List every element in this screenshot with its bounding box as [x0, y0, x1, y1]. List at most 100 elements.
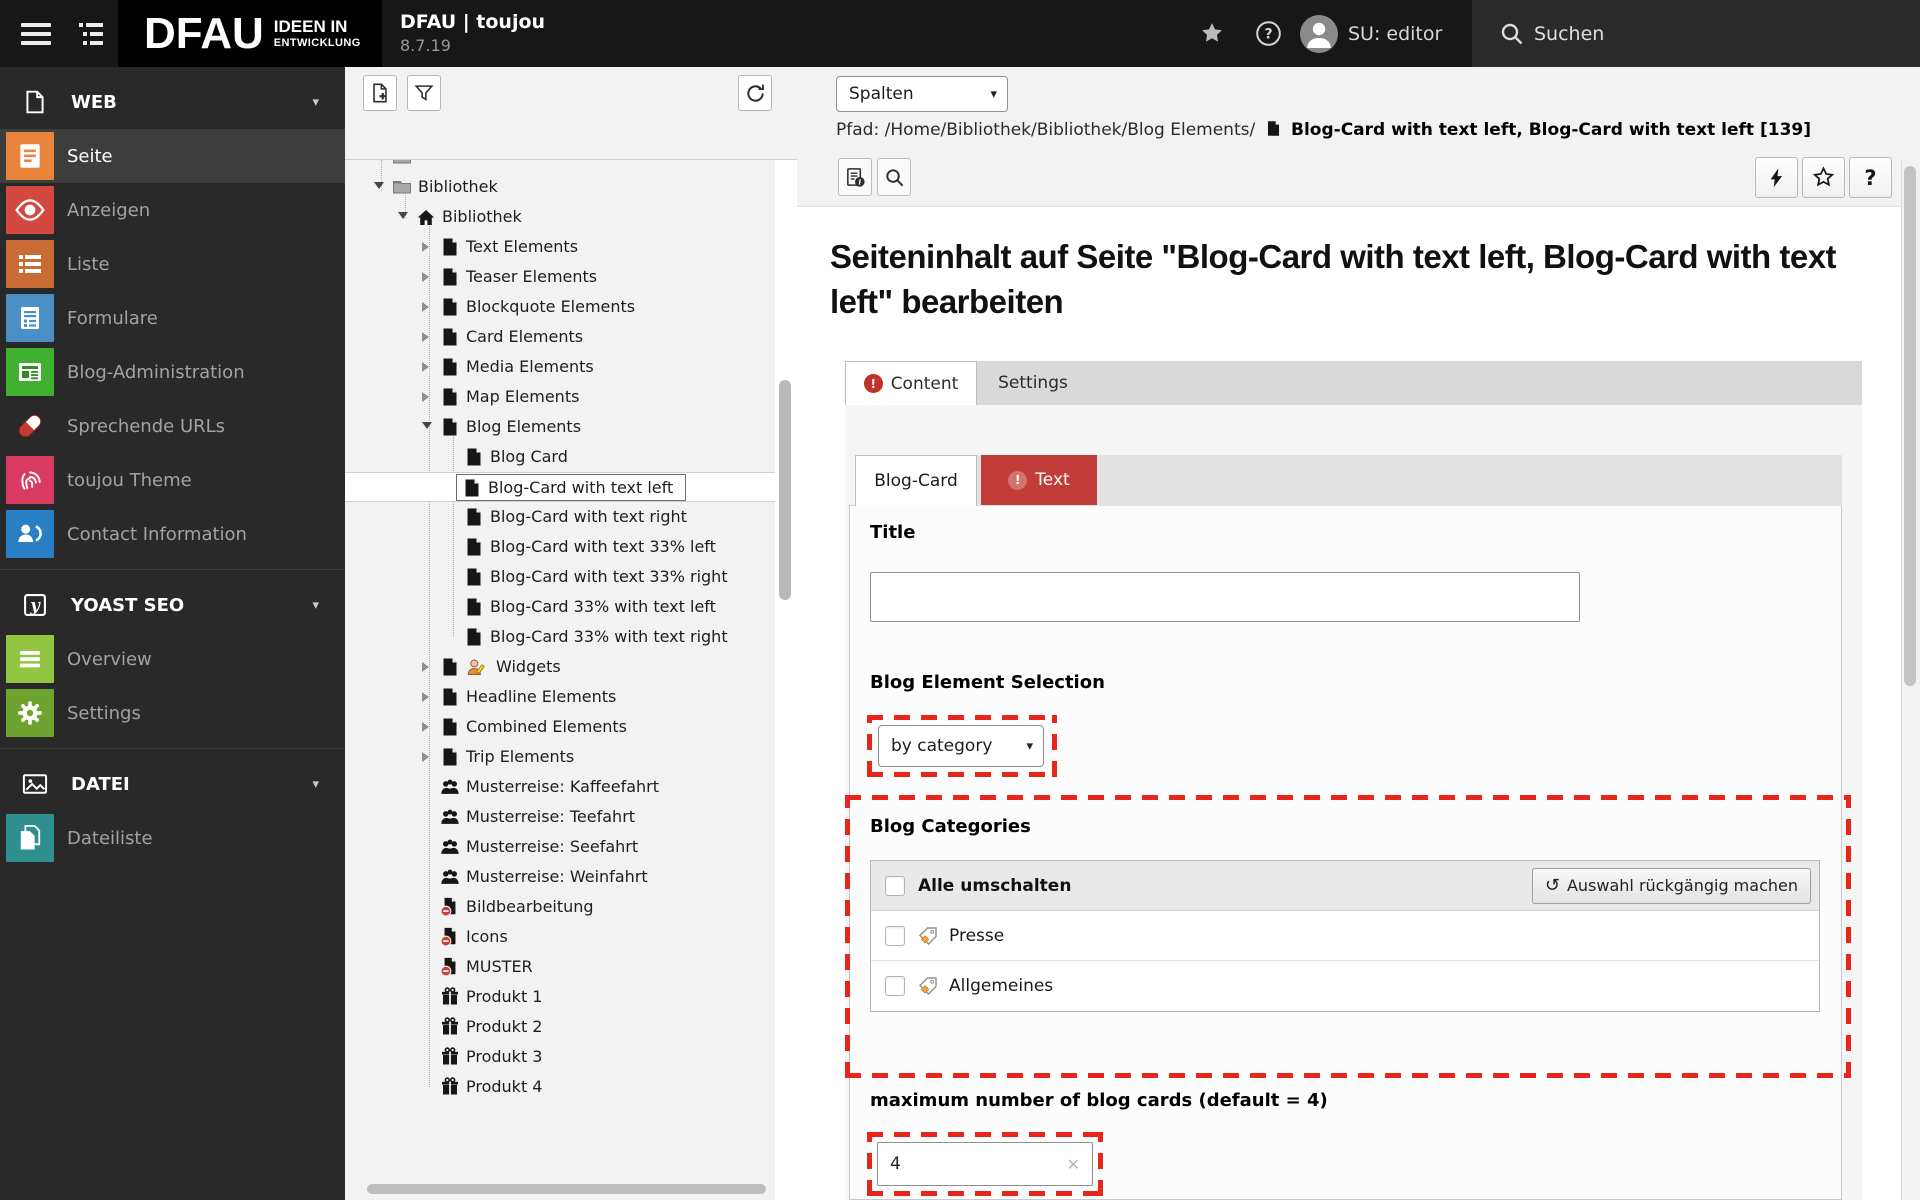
new-page-button[interactable]: [363, 75, 397, 111]
tree-expand-arrow[interactable]: [422, 272, 429, 282]
category-row-allgemeines[interactable]: Allgemeines: [871, 961, 1819, 1011]
user-menu[interactable]: SU: editor: [1300, 0, 1470, 67]
sidebar-item-seite[interactable]: Seite: [0, 129, 345, 183]
tab-settings[interactable]: Settings: [977, 361, 1089, 405]
sidebar-section-datei[interactable]: DATEI ▾: [0, 757, 345, 811]
tree-item-bibliothek[interactable]: Bibliothek: [345, 202, 775, 232]
max-cards-input[interactable]: 4 ✕: [877, 1142, 1093, 1186]
sidebar-section-yoast-seo[interactable]: y YOAST SEO ▾: [0, 578, 345, 632]
tree-item-media-elements[interactable]: Media Elements: [345, 352, 775, 382]
menu-toggle-button[interactable]: [10, 0, 62, 67]
undo-selection-button[interactable]: ↺ Auswahl rückgängig machen: [1531, 867, 1811, 904]
tree-item-blog-card[interactable]: Blog Card: [345, 442, 775, 472]
content-scrollbar-thumb[interactable]: [1904, 166, 1916, 686]
category-checkbox[interactable]: [885, 976, 905, 996]
subtab-text[interactable]: ! Text: [981, 455, 1097, 505]
category-checkbox[interactable]: [885, 925, 905, 946]
tree-item-muster[interactable]: MUSTER: [345, 952, 775, 982]
tree-item-produkt-1[interactable]: Produkt 1: [345, 982, 775, 1012]
tree-item-blog-card-33-with-text-left[interactable]: Blog-Card 33% with text left: [345, 592, 775, 622]
title-input[interactable]: [870, 572, 1580, 622]
tree-item-headline-elements[interactable]: Headline Elements: [345, 682, 775, 712]
toggle-all-checkbox[interactable]: [885, 875, 905, 896]
tree-item-musterreise-teefahrt[interactable]: Musterreise: Teefahrt: [345, 802, 775, 832]
tree-item-map-elements[interactable]: Map Elements: [345, 382, 775, 412]
tree-expand-arrow[interactable]: [422, 422, 432, 429]
tree-horizontal-scrollbar[interactable]: [367, 1184, 766, 1194]
tree-item-blockquote-elements[interactable]: Blockquote Elements: [345, 292, 775, 322]
tree-expand-arrow[interactable]: [422, 752, 429, 762]
help-button[interactable]: ?: [1248, 0, 1288, 67]
page-help-button[interactable]: ?: [1849, 157, 1892, 198]
tree-item-blog-card-33-with-text-right[interactable]: Blog-Card 33% with text right: [345, 622, 775, 652]
tree-expand-arrow[interactable]: [374, 182, 384, 189]
sidebar-item-anzeigen[interactable]: Anzeigen: [0, 183, 345, 237]
sidebar-item-dateiliste[interactable]: Dateiliste: [0, 811, 345, 865]
tree-item-musterreise-kaffeefahrt[interactable]: Musterreise: Kaffeefahrt: [345, 772, 775, 802]
tree-item-produkt-2[interactable]: Produkt 2: [345, 1012, 775, 1042]
tree-item-trip-elements[interactable]: Trip Elements: [345, 742, 775, 772]
sidebar-section-web[interactable]: WEB ▾: [0, 75, 345, 129]
tree-item-bildbearbeitung[interactable]: Bildbearbeitung: [345, 892, 775, 922]
dfau-logo[interactable]: DFAU IDEEN IN ENTWICKLUNG: [118, 0, 382, 67]
sidebar-item-toujou-theme[interactable]: toujou Theme: [0, 453, 345, 507]
sidebar-item-liste[interactable]: Liste: [0, 237, 345, 291]
tree-item-label: Bibliothek: [442, 207, 522, 226]
category-mode-select[interactable]: by category ▾: [878, 725, 1044, 767]
search-record-button[interactable]: [877, 158, 911, 196]
cache-button[interactable]: [1755, 157, 1798, 198]
tree-item-combined-elements[interactable]: Combined Elements: [345, 712, 775, 742]
tree-item-blog-card-with-text-right[interactable]: Blog-Card with text right: [345, 502, 775, 532]
tree-item-text-elements[interactable]: Text Elements: [345, 232, 775, 262]
sidebar-divider: [0, 740, 345, 757]
tree-item-musterreise-weinfahrt[interactable]: Musterreise: Weinfahrt: [345, 862, 775, 892]
clear-input-icon[interactable]: ✕: [1067, 1155, 1080, 1174]
bookmark-page-button[interactable]: [1802, 157, 1845, 198]
tree-expand-arrow[interactable]: [422, 392, 429, 402]
logo-sub-line2: ENTWICKLUNG: [273, 37, 361, 49]
tree-vertical-scrollbar[interactable]: [779, 380, 791, 600]
tree-expand-arrow[interactable]: [398, 212, 408, 219]
tree-item-teaser-elements[interactable]: Teaser Elements: [345, 262, 775, 292]
tree-item-produkt-4[interactable]: Produkt 4: [345, 1072, 775, 1102]
tree-item-produkt-3[interactable]: Produkt 3: [345, 1042, 775, 1072]
tree-item-widgets[interactable]: Widgets: [345, 652, 775, 682]
tree-item-blog-card-with-text-left[interactable]: Blog-Card with text left: [345, 472, 775, 502]
tree-expand-arrow[interactable]: [422, 242, 429, 252]
filter-button[interactable]: [407, 75, 441, 111]
tree-item-icons[interactable]: Icons: [345, 922, 775, 952]
chevron-down-icon: ▾: [312, 776, 319, 792]
bookmark-button[interactable]: [1192, 0, 1232, 67]
tree-item-label: Map Elements: [466, 387, 580, 406]
sidebar-item-settings[interactable]: Settings: [0, 686, 345, 740]
tree-expand-arrow[interactable]: [422, 332, 429, 342]
people-icon: [440, 837, 460, 857]
subtab-blog-card[interactable]: Blog-Card: [855, 455, 977, 506]
tree-item-musterreise-seefahrt[interactable]: Musterreise: Seefahrt: [345, 832, 775, 862]
tree-expand-arrow[interactable]: [422, 362, 429, 372]
sidebar-item-formulare[interactable]: Formulare: [0, 291, 345, 345]
gear-icon: [6, 689, 54, 737]
tree-item-bibliothek[interactable]: Bibliothek: [345, 172, 775, 202]
tree-item-blog-card-with-text-33-right[interactable]: Blog-Card with text 33% right: [345, 562, 775, 592]
tree-expand-arrow[interactable]: [422, 662, 429, 672]
tab-content[interactable]: ! Content: [845, 361, 977, 405]
tree-expand-arrow[interactable]: [422, 302, 429, 312]
sidebar-item-contact-information[interactable]: Contact Information: [0, 507, 345, 561]
pagetree-toggle-button[interactable]: [68, 0, 114, 67]
sidebar-item-blog-administration[interactable]: Blog-Administration: [0, 345, 345, 399]
tree-item-blog-card-with-text-33-left[interactable]: Blog-Card with text 33% left: [345, 532, 775, 562]
page-icon: [440, 687, 460, 707]
tree-item-card-elements[interactable]: Card Elements: [345, 322, 775, 352]
topbar-search[interactable]: Suchen: [1472, 0, 1920, 67]
tree-item-blog-elements[interactable]: Blog Elements: [345, 412, 775, 442]
category-row-presse[interactable]: Presse: [871, 911, 1819, 961]
columns-select[interactable]: Spalten ▾: [836, 76, 1008, 112]
record-info-button[interactable]: i: [838, 158, 872, 196]
tree-expand-arrow[interactable]: [422, 722, 429, 732]
refresh-tree-button[interactable]: [738, 75, 772, 111]
sidebar-item-overview[interactable]: Overview: [0, 632, 345, 686]
tree-item-item[interactable]: [345, 160, 775, 172]
tree-expand-arrow[interactable]: [422, 692, 429, 702]
sidebar-item-sprechende-urls[interactable]: Sprechende URLs: [0, 399, 345, 453]
